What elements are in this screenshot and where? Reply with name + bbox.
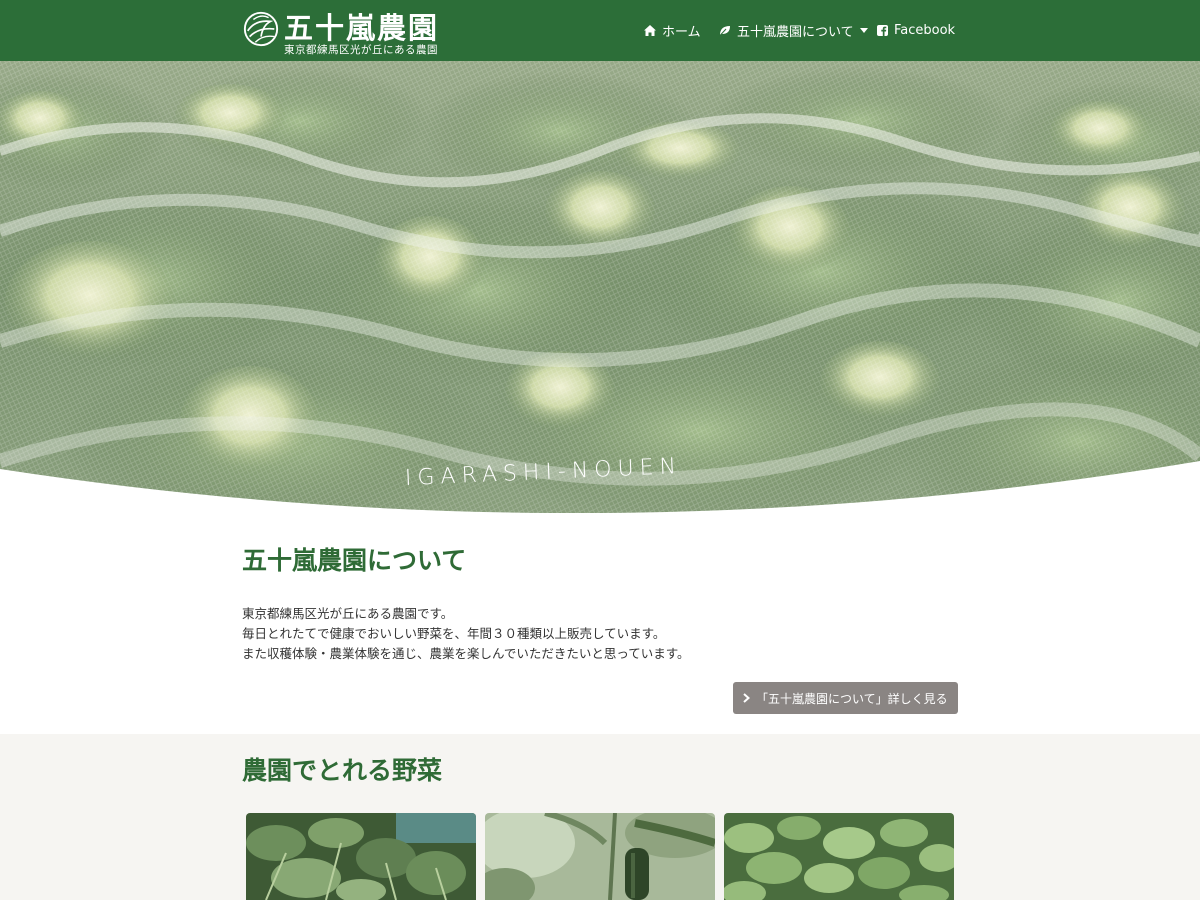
nav-item-about-dropdown[interactable]: 五十嵐農園について — [719, 0, 868, 61]
vegetable-card-komatsuna[interactable] — [724, 813, 954, 900]
nav-about-label: 五十嵐農園について — [737, 25, 854, 40]
home-icon — [644, 25, 656, 36]
caret-down-icon — [859, 28, 868, 33]
brand-subtitle: 東京都練馬区光が丘にある農園 — [284, 44, 438, 56]
chevron-right-icon — [743, 693, 750, 703]
vegetables-section-title: 農園でとれる野菜 — [242, 756, 443, 785]
about-section-title: 五十嵐農園について — [242, 546, 467, 575]
brand-title: 五十嵐農園 — [284, 11, 440, 45]
nav-home-label: ホーム — [662, 25, 701, 40]
leaf-icon — [719, 26, 730, 36]
vegetable-card-spinach[interactable] — [246, 813, 476, 900]
hero-image — [0, 61, 1200, 513]
about-description: 東京都練馬区光が丘にある農園です。 毎日とれたてで健康でおいしい野菜を、年間３０… — [242, 604, 690, 664]
about-line: また収穫体験・農業体験を通じ、農業を楽しんでいただきたいと思っています。 — [242, 646, 690, 661]
nav-facebook-label: Facebook — [894, 23, 956, 38]
nav-item-home[interactable]: ホーム — [644, 0, 701, 61]
about-line: 東京都練馬区光が丘にある農園です。 — [242, 606, 454, 621]
about-more-button[interactable]: 「五十嵐農園について」詳しく見る — [733, 682, 958, 714]
cabbage-logo-icon — [243, 11, 279, 47]
facebook-icon — [877, 25, 888, 36]
about-line: 毎日とれたてで健康でおいしい野菜を、年間３０種類以上販売しています。 — [242, 626, 666, 641]
top-navbar: 五十嵐農園 東京都練馬区光が丘にある農園 ホーム 五十嵐農園について Faceb… — [0, 0, 1200, 61]
about-more-button-label: 「五十嵐農園について」詳しく見る — [756, 691, 948, 706]
komatsuna-photo — [724, 813, 954, 900]
vegetable-card-cucumber[interactable] — [485, 813, 715, 900]
brand-logo-link[interactable]: 五十嵐農園 東京都練馬区光が丘にある農園 — [242, 9, 452, 57]
spinach-photo — [246, 813, 476, 900]
cucumber-photo — [485, 813, 715, 900]
hero-cabbage-field-image — [0, 61, 1200, 513]
nav-item-facebook[interactable]: Facebook — [877, 0, 955, 61]
